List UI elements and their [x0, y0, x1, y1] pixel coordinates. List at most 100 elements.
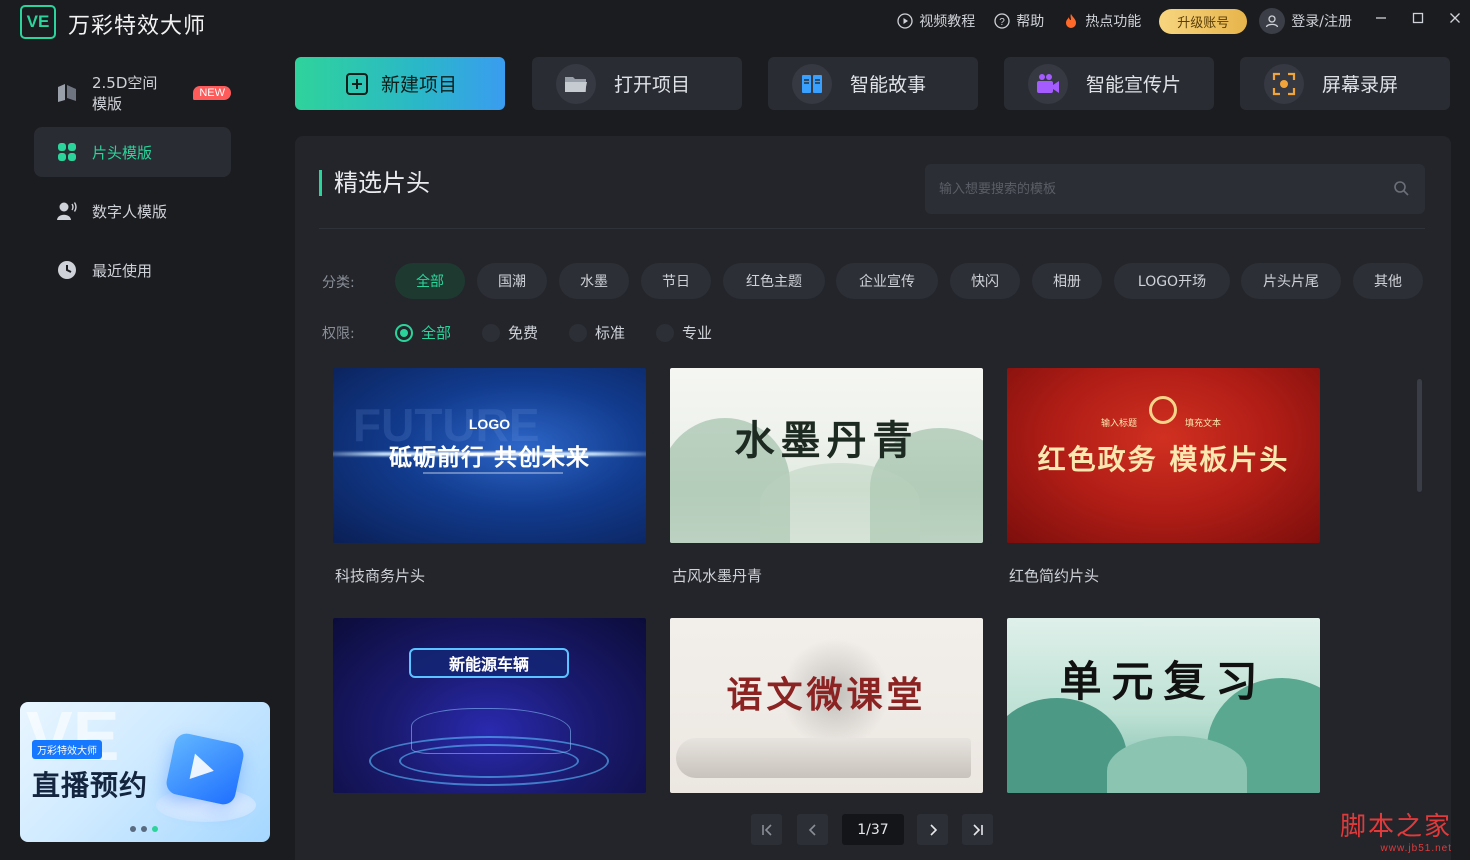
close-icon[interactable] [1441, 6, 1469, 30]
help-link[interactable]: ? 帮助 [993, 11, 1044, 31]
carousel-dot[interactable] [130, 826, 136, 832]
scrollbar[interactable] [1417, 379, 1422, 492]
open-project-button[interactable]: 打开项目 [532, 57, 742, 110]
next-page-button[interactable] [917, 814, 948, 845]
template-thumbnail[interactable]: 输入标题 填充文本 红色政务 模板片头 [1007, 368, 1320, 543]
thumbnail-logo-text: LOGO [468, 416, 511, 432]
category-chip-festival[interactable]: 节日 [641, 263, 711, 299]
cube-icon [56, 82, 78, 104]
template-card[interactable]: 输入标题 填充文本 红色政务 模板片头 红色简约片头 [1007, 368, 1320, 586]
carousel-dot[interactable] [141, 826, 147, 832]
new-badge: NEW [193, 86, 231, 100]
screen-record-button[interactable]: 屏幕录屏 [1240, 57, 1450, 110]
page-indicator: 1/37 [842, 814, 904, 845]
category-chip-intro-outro[interactable]: 片头片尾 [1241, 263, 1341, 299]
search-icon[interactable] [1393, 180, 1409, 200]
radio-label: 标准 [595, 324, 626, 342]
screen-record-label: 屏幕录屏 [1322, 74, 1399, 96]
radio-icon [569, 323, 587, 342]
template-thumbnail[interactable]: 新能源车辆 [333, 618, 646, 793]
template-name: 科技商务片头 [335, 567, 426, 585]
plus-square-icon [343, 70, 371, 98]
grid-icon [56, 141, 78, 163]
sidebar: 2.5D空间模版 NEW 片头模版 数字人模版 最近使用 VE 万彩特效大师 直… [0, 44, 285, 860]
search-input[interactable] [939, 178, 1379, 200]
prev-page-button[interactable] [797, 814, 828, 845]
category-chip-flash[interactable]: 快闪 [950, 263, 1020, 299]
upgrade-account-button[interactable]: 升级账号 [1159, 8, 1248, 34]
thumbnail-title: 红色政务 模板片头 [1037, 443, 1290, 476]
video-camera-icon [1028, 63, 1068, 104]
template-thumbnail[interactable]: 语文微课堂 [670, 618, 983, 793]
category-chip-ink[interactable]: 水墨 [559, 263, 629, 299]
template-thumbnail[interactable]: 单元复习 [1007, 618, 1320, 793]
category-chip-red-theme[interactable]: 红色主题 [723, 263, 825, 299]
hot-feature-link[interactable]: 热点功能 [1062, 11, 1141, 31]
category-chip-all[interactable]: 全部 [395, 263, 465, 299]
permission-label: 权限: [322, 326, 355, 342]
sidebar-item-intro-template[interactable]: 片头模版 [34, 127, 231, 177]
thumbnail-title: 砥砺前行 共创未来 [388, 445, 590, 471]
smart-promo-video-button[interactable]: 智能宣传片 [1004, 57, 1214, 110]
maximize-icon[interactable] [1404, 6, 1432, 30]
category-chip-album[interactable]: 相册 [1032, 263, 1102, 299]
template-card[interactable]: FUTURE LOGO 砥砺前行 共创未来 科技商务片头 [333, 368, 646, 586]
promo-carousel-dots[interactable] [130, 826, 158, 832]
sidebar-item-label: 数字人模版 [92, 202, 168, 221]
sidebar-item-label: 最近使用 [92, 261, 153, 280]
thumbnail-title: 单元复习 [1059, 657, 1268, 706]
permission-radio-free[interactable]: 免费 [482, 322, 538, 343]
template-name: 红色简约片头 [1009, 567, 1100, 585]
category-chip-guochao[interactable]: 国潮 [477, 263, 547, 299]
category-chip-other[interactable]: 其他 [1353, 263, 1423, 299]
tutorial-link[interactable]: 视频教程 [896, 11, 975, 31]
permission-radio-all[interactable]: 全部 [395, 322, 451, 343]
digital-human-icon [56, 200, 78, 222]
template-thumbnail[interactable]: 水墨丹青 [670, 368, 983, 543]
radio-label: 全部 [421, 324, 452, 342]
category-chip-enterprise[interactable]: 企业宣传 [836, 263, 938, 299]
permission-radio-pro[interactable]: 专业 [656, 322, 712, 343]
thumbnail-title: 新能源车辆 [409, 648, 569, 678]
svg-text:?: ? [999, 17, 1005, 28]
section-title: 精选片头 [319, 170, 430, 196]
category-chip-logo-opening[interactable]: LOGO开场 [1114, 263, 1230, 299]
sidebar-item-label: 片头模版 [92, 143, 153, 162]
user-avatar-icon[interactable] [1259, 8, 1286, 34]
radio-icon [482, 323, 500, 342]
folder-icon [556, 63, 596, 104]
help-label: 帮助 [1016, 14, 1045, 30]
template-card[interactable]: 水墨丹青 古风水墨丹青 [670, 368, 983, 586]
last-page-button[interactable] [962, 814, 993, 845]
new-project-label: 新建项目 [380, 74, 457, 96]
carousel-dot-active[interactable] [152, 826, 158, 832]
tutorial-label: 视频教程 [919, 14, 976, 30]
thumbnail-subtitle-line [423, 472, 563, 474]
sidebar-item-2-5d-template[interactable]: 2.5D空间模版 NEW [34, 68, 231, 118]
first-page-button[interactable] [751, 814, 782, 845]
template-thumbnail[interactable]: FUTURE LOGO 砥砺前行 共创未来 [333, 368, 646, 543]
smart-story-label: 智能故事 [850, 74, 927, 96]
template-card[interactable]: 单元复习 [1007, 618, 1320, 793]
emblem-icon [1149, 396, 1177, 424]
thumbnail-small-text: 填充文本 [1185, 419, 1222, 429]
permission-radio-standard[interactable]: 标准 [569, 322, 625, 343]
minimize-icon[interactable] [1367, 6, 1395, 30]
new-project-button[interactable]: 新建项目 [295, 57, 505, 110]
smart-story-button[interactable]: 智能故事 [768, 57, 978, 110]
live-booking-banner[interactable]: VE 万彩特效大师 直播预约 [20, 702, 270, 842]
sidebar-item-recent[interactable]: 最近使用 [34, 245, 231, 295]
template-card[interactable]: 新能源车辆 [333, 618, 646, 793]
mountain-shape [760, 463, 920, 543]
sidebar-item-label: 2.5D空间模版 [92, 74, 158, 113]
radio-selected-icon [395, 323, 413, 342]
question-circle-icon: ? [993, 13, 1010, 30]
chevron-right-icon [929, 823, 937, 836]
paper-scroll [676, 738, 971, 778]
book-icon [792, 63, 832, 104]
radio-label: 专业 [682, 324, 713, 342]
sidebar-item-digital-human[interactable]: 数字人模版 [34, 186, 231, 236]
login-register-link[interactable]: 登录/注册 [1291, 11, 1352, 31]
template-card[interactable]: 语文微课堂 [670, 618, 983, 793]
last-page-icon [972, 823, 983, 836]
